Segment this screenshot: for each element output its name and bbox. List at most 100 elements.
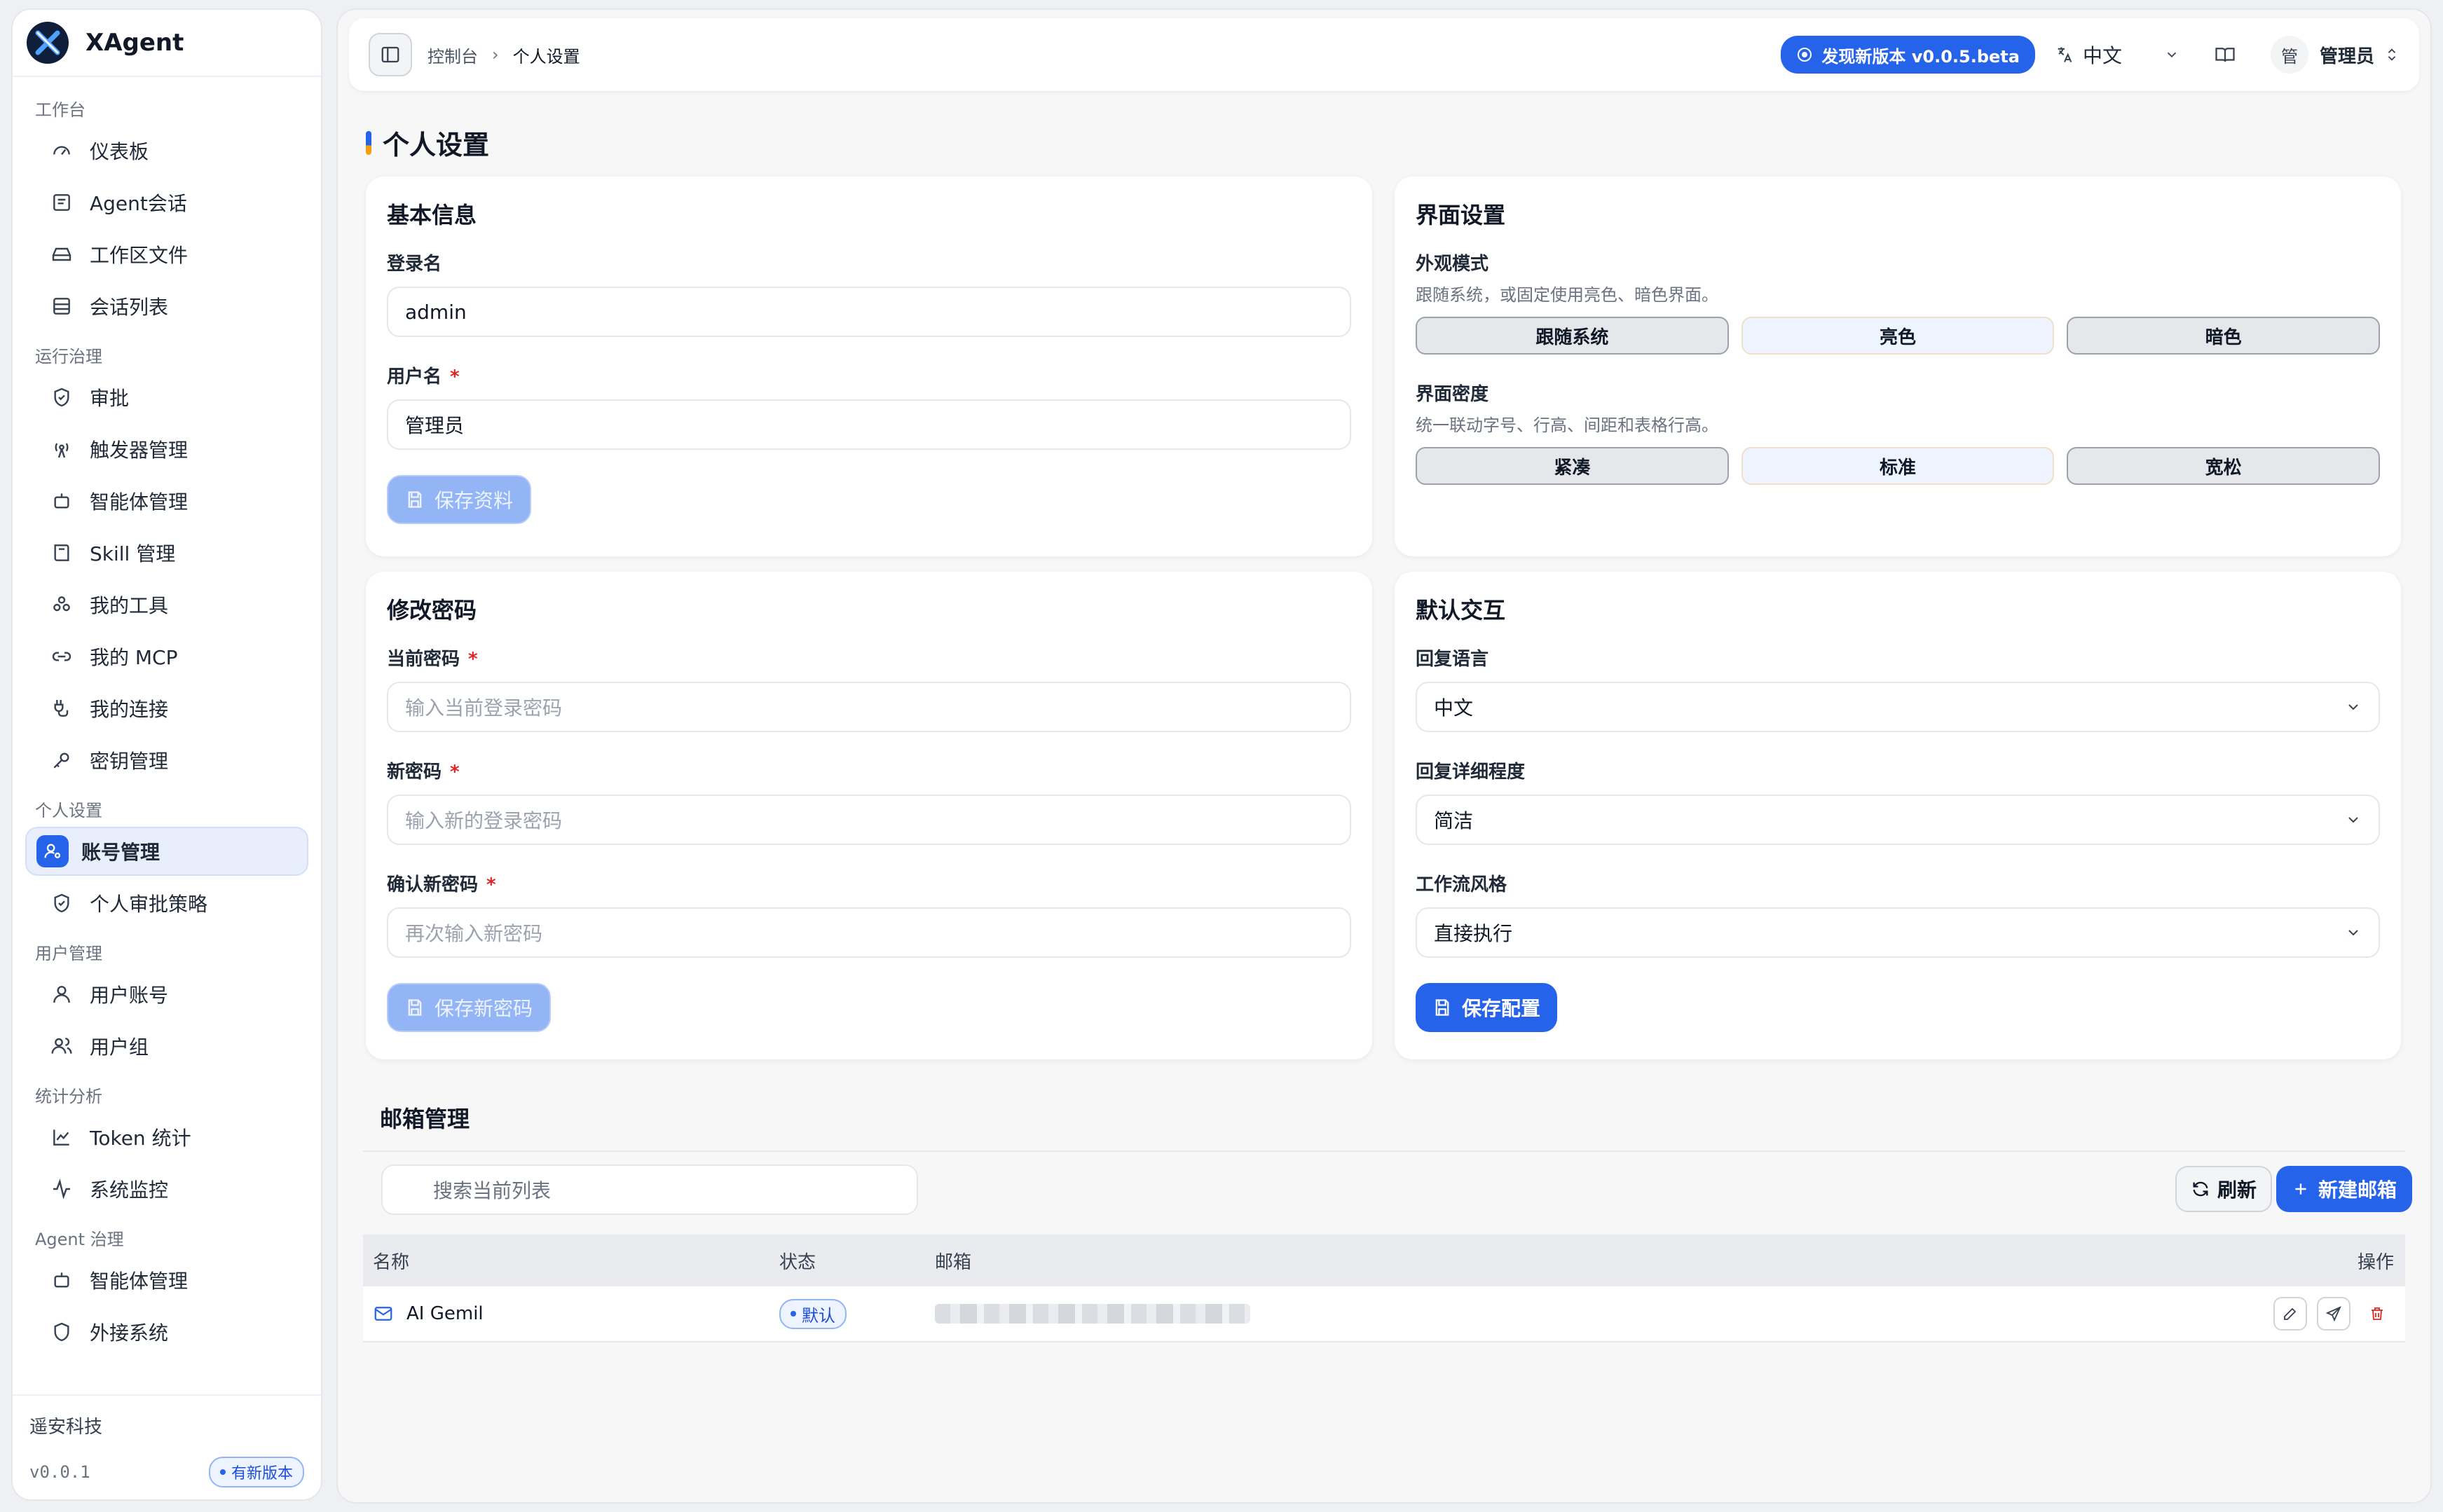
sidebar-item-label: 我的工具	[90, 594, 169, 617]
sidebar-item-agents[interactable]: 智能体管理	[25, 476, 308, 525]
divider	[363, 1150, 2405, 1152]
mailbox-name-cell: AI Gemil	[373, 1303, 484, 1324]
sidebar-item-label: 用户账号	[90, 984, 169, 1007]
sidebar-item-account[interactable]: 账号管理	[25, 827, 308, 876]
update-available-button[interactable]: 发现新版本 v0.0.5.beta	[1781, 36, 2035, 74]
login-name-input[interactable]: admin	[387, 287, 1351, 337]
sidebar-item-label: Agent会话	[90, 192, 187, 215]
save-password-button[interactable]: 保存新密码	[387, 983, 552, 1032]
sidebar-item-agent-gov[interactable]: 智能体管理	[25, 1256, 308, 1305]
app-name: XAgent	[85, 29, 184, 57]
new-password-label: 新密码 *	[387, 757, 1351, 783]
required-mark: *	[450, 762, 460, 783]
sidebar-item-label: 智能体管理	[90, 1270, 189, 1293]
chevrons-up-down-icon	[2388, 48, 2396, 61]
sidebar-item-tools[interactable]: 我的工具	[25, 580, 308, 629]
chat-icon	[50, 191, 73, 214]
sidebar-item-keys[interactable]: 密钥管理	[25, 736, 308, 785]
brand[interactable]: XAgent	[13, 10, 321, 77]
card-title: 基本信息	[387, 202, 477, 228]
sidebar-item-mcp[interactable]: 我的 MCP	[25, 632, 308, 681]
save-profile-label: 保存资料	[434, 489, 514, 512]
save-profile-button[interactable]: 保存资料	[387, 475, 532, 524]
breadcrumb-console[interactable]: 控制台	[427, 43, 478, 67]
sidebar-item-agent-chat[interactable]: Agent会话	[25, 178, 308, 227]
book-icon	[50, 542, 73, 564]
page-title: 个人设置	[366, 123, 489, 162]
density-compact-option[interactable]: 紧凑	[1416, 447, 1729, 485]
sidebar-item-user-accounts[interactable]: 用户账号	[25, 970, 308, 1019]
density-loose-option[interactable]: 宽松	[2067, 447, 2381, 485]
chevron-down-icon	[2348, 704, 2358, 710]
user-menu[interactable]: 管 管理员	[2270, 36, 2400, 74]
toggle-sidebar-button[interactable]	[369, 33, 412, 76]
sidebar-item-skills[interactable]: Skill 管理	[25, 528, 308, 577]
user-icon	[50, 983, 73, 1005]
reply-detail-select[interactable]: 简洁	[1416, 795, 2380, 845]
required-mark: *	[468, 649, 478, 670]
sidebar-section-title: Agent 治理	[35, 1230, 124, 1249]
language-select[interactable]: 中文	[2055, 41, 2179, 69]
save-config-button[interactable]: 保存配置	[1416, 983, 1558, 1032]
sidebar-nav: 工作台 仪表板 Agent会话 工作区文件 会话列表 运行治理 审批 触发器管理…	[13, 87, 321, 1380]
sidebar-item-label: 我的连接	[90, 698, 169, 721]
edit-button[interactable]	[2273, 1297, 2307, 1331]
list-icon	[50, 295, 73, 317]
chevron-down-icon	[2348, 817, 2358, 823]
density-label: 界面密度	[1416, 384, 1489, 405]
send-test-button[interactable]	[2317, 1297, 2350, 1331]
sidebar-item-external[interactable]: 外接系统	[25, 1307, 308, 1356]
version-label: v0.0.1	[29, 1462, 90, 1482]
sidebar-item-label: 工作区文件	[90, 244, 189, 267]
sidebar-item-approval-policy[interactable]: 个人审批策略	[25, 879, 308, 928]
card-title: 修改密码	[387, 597, 477, 624]
appearance-light-option[interactable]: 亮色	[1741, 317, 2055, 355]
density-desc: 统一联动字号、行高、间距和表格行高。	[1416, 415, 1718, 435]
xagent-logo-icon	[27, 22, 69, 64]
sidebar-item-session-list[interactable]: 会话列表	[25, 282, 308, 331]
delete-button[interactable]	[2360, 1297, 2394, 1331]
reply-language-select[interactable]: 中文	[1416, 682, 2380, 732]
mail-icon	[374, 1307, 392, 1321]
row-actions	[2273, 1297, 2394, 1331]
density-standard-option[interactable]: 标准	[1741, 447, 2055, 485]
table-row[interactable]: AI Gemil 默认	[363, 1286, 2405, 1342]
refresh-label: 刷新	[2217, 1178, 2257, 1202]
current-password-input[interactable]: 输入当前登录密码	[387, 682, 1351, 732]
mailbox-name: AI Gemil	[406, 1303, 484, 1324]
sidebar-item-triggers[interactable]: 触发器管理	[25, 425, 308, 474]
card-title: 界面设置	[1416, 202, 1506, 228]
drive-icon	[50, 243, 73, 266]
plug-icon	[50, 697, 73, 720]
sidebar-item-dashboard[interactable]: 仪表板	[25, 126, 308, 175]
reply-language-label: 回复语言	[1416, 649, 1489, 670]
new-mailbox-button[interactable]: 新建邮箱	[2276, 1166, 2412, 1212]
default-interaction-card: 默认交互 回复语言 中文 回复详细程度 简洁 工作流风格 直接执行 保存配置	[1395, 572, 2401, 1059]
sidebar-item-approval[interactable]: 审批	[25, 373, 308, 422]
sidebar-item-label: Skill 管理	[90, 542, 176, 565]
refresh-button[interactable]: 刷新	[2175, 1166, 2272, 1212]
sidebar-item-workspace-files[interactable]: 工作区文件	[25, 230, 308, 279]
sidebar-item-label: 审批	[90, 387, 130, 410]
workflow-style-select[interactable]: 直接执行	[1416, 907, 2380, 958]
required-mark: *	[486, 874, 496, 895]
book-open-icon	[2215, 48, 2235, 62]
confirm-password-input[interactable]: 再次输入新密码	[387, 907, 1351, 958]
required-mark: *	[450, 366, 460, 387]
ui-settings-card: 界面设置 外观模式 跟随系统，或固定使用亮色、暗色界面。 跟随系统 亮色 暗色 …	[1395, 177, 2401, 556]
new-password-label-text: 新密码	[387, 762, 442, 783]
username-input[interactable]: 管理员	[387, 399, 1351, 450]
sidebar-item-user-groups[interactable]: 用户组	[25, 1022, 308, 1071]
new-version-badge[interactable]: 有新版本	[208, 1457, 304, 1487]
appearance-system-option[interactable]: 跟随系统	[1416, 317, 1729, 355]
docs-button[interactable]	[2215, 44, 2236, 65]
basic-info-card: 基本信息 登录名 admin 用户名 * 管理员 保存资料	[366, 177, 1372, 556]
sidebar-item-monitor[interactable]: 系统监控	[25, 1164, 308, 1214]
sidebar-item-token-stats[interactable]: Token 统计	[25, 1113, 308, 1162]
login-name-label: 登录名	[387, 254, 442, 275]
sidebar-item-connections[interactable]: 我的连接	[25, 684, 308, 733]
new-password-input[interactable]: 输入新的登录密码	[387, 795, 1351, 845]
topbar: 控制台 › 个人设置 发现新版本 v0.0.5.beta 中文 管 管理员	[349, 18, 2419, 91]
mailbox-search-input[interactable]: 搜索当前列表	[381, 1164, 918, 1215]
appearance-dark-option[interactable]: 暗色	[2067, 317, 2381, 355]
